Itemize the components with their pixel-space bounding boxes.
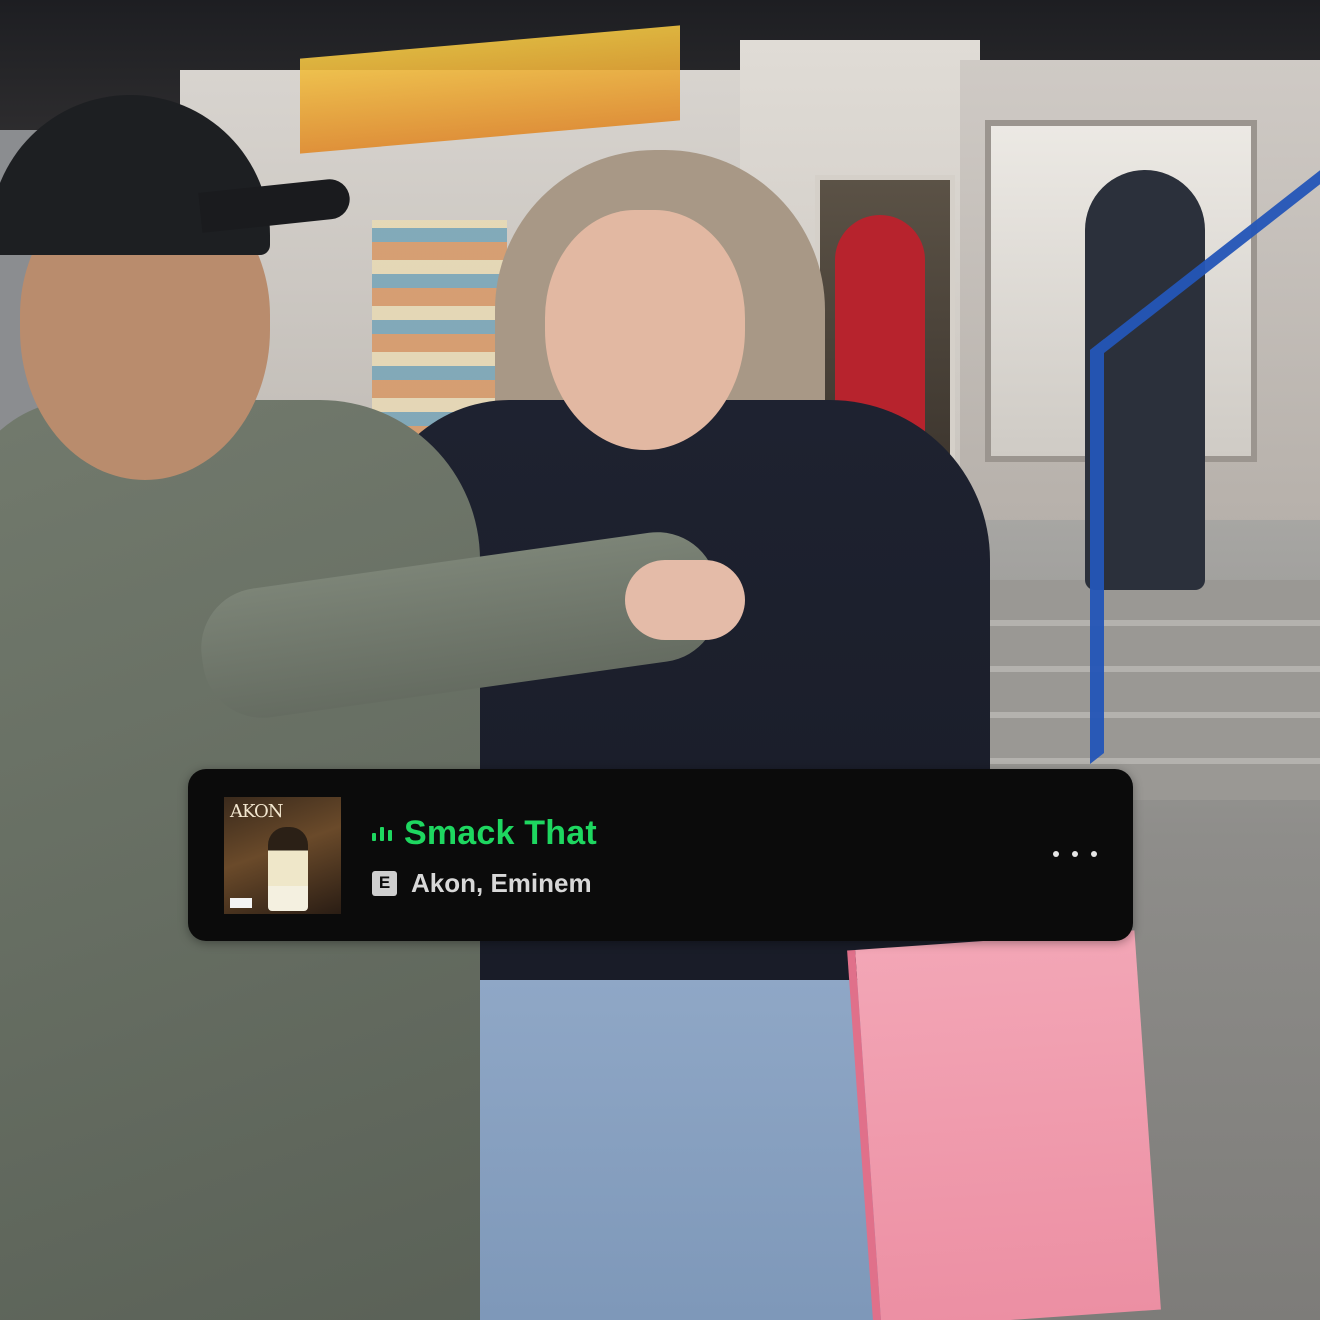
- album-art[interactable]: AKON: [224, 797, 341, 914]
- background-video-frame: [0, 0, 1320, 1320]
- now-playing-bars-icon: [372, 825, 392, 841]
- explicit-icon: E: [372, 870, 397, 896]
- pink-tote-bag: [847, 930, 1161, 1320]
- woman-jeans: [410, 980, 890, 1320]
- now-playing-card[interactable]: AKON Smack That E Akon, Eminem: [188, 769, 1133, 941]
- album-art-figure: [268, 827, 308, 911]
- track-artists[interactable]: Akon, Eminem: [411, 868, 592, 899]
- album-art-title: AKON: [230, 801, 283, 822]
- parental-advisory-badge: [230, 898, 252, 908]
- track-title-row[interactable]: Smack That: [372, 811, 597, 855]
- woman-face: [545, 210, 745, 450]
- artist-row[interactable]: E Akon, Eminem: [372, 865, 592, 901]
- track-title[interactable]: Smack That: [404, 814, 597, 853]
- hand: [625, 560, 745, 640]
- more-horizontal-icon[interactable]: [1053, 839, 1097, 869]
